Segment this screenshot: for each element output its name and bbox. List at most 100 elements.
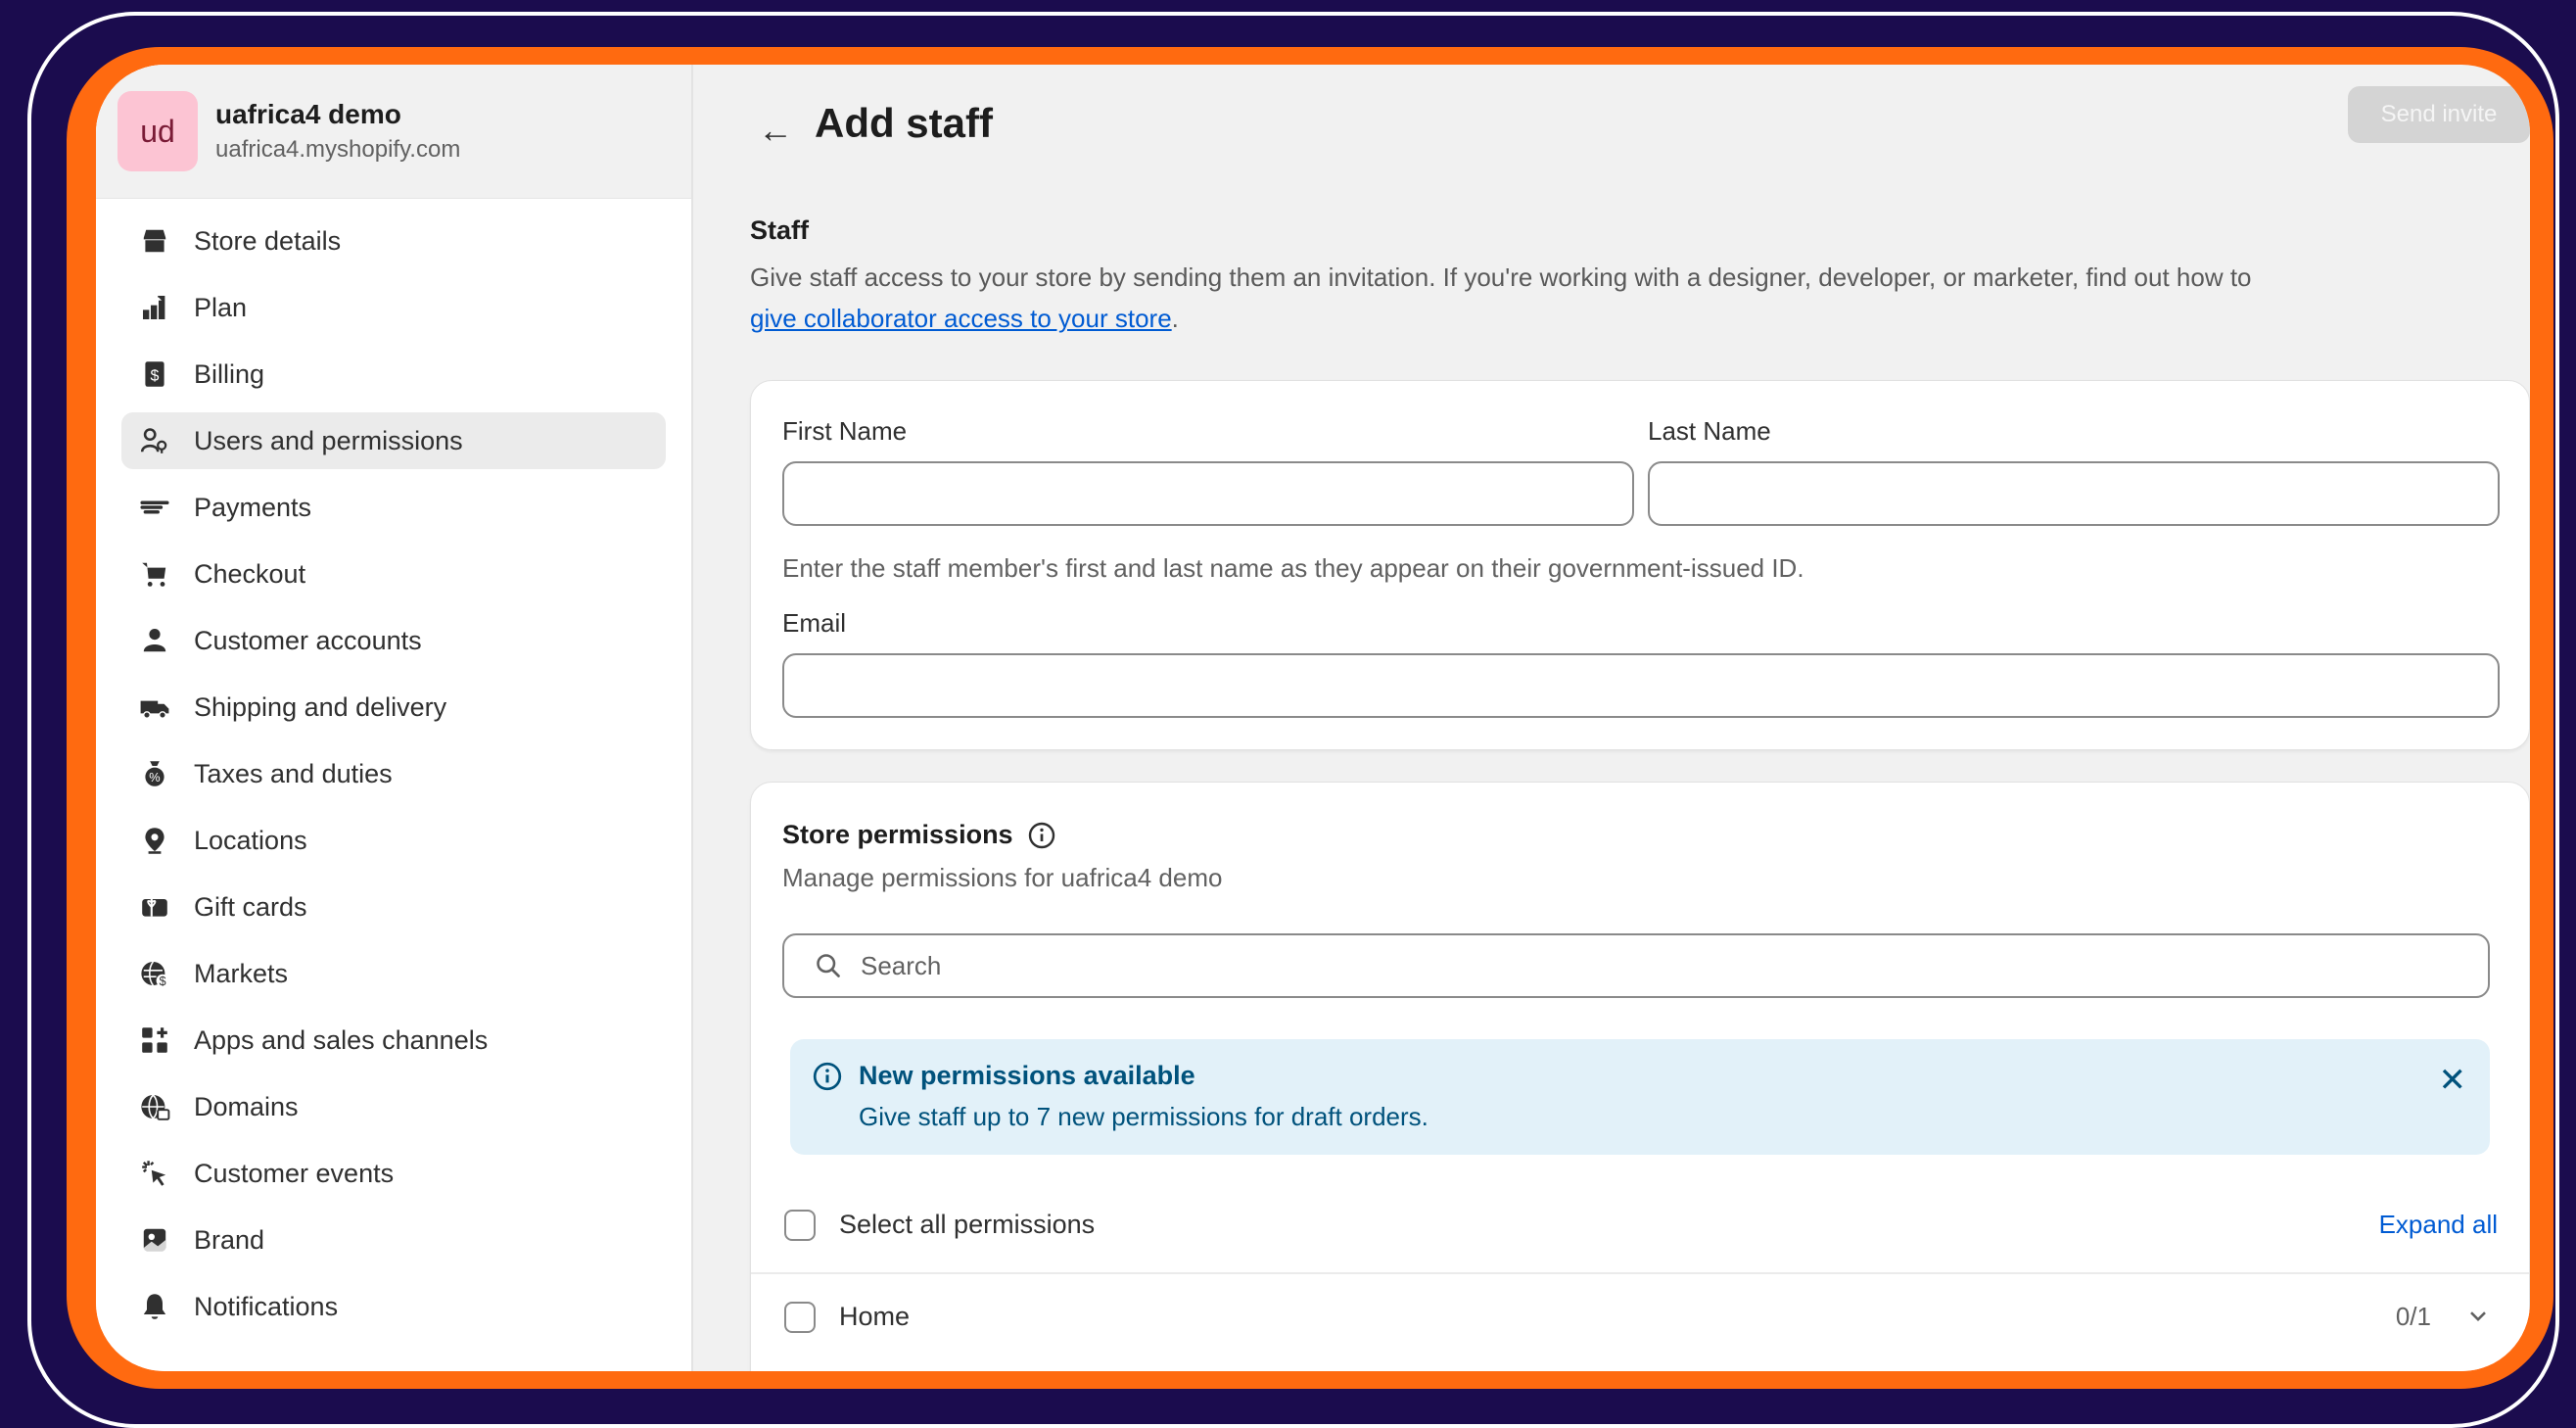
sidebar-item-label: Users and permissions — [194, 425, 463, 455]
sidebar-item-label: Locations — [194, 825, 307, 855]
info-icon[interactable] — [1027, 821, 1056, 850]
home-permission-label: Home — [839, 1302, 911, 1331]
billing-icon: $ — [135, 355, 174, 394]
store-avatar: ud — [117, 91, 198, 171]
send-invite-button[interactable]: Send invite — [2348, 86, 2530, 143]
globe-icon — [135, 1087, 174, 1126]
back-arrow-icon[interactable]: ← — [758, 110, 793, 151]
cursor-click-icon — [135, 1154, 174, 1193]
svg-text:$: $ — [159, 974, 165, 988]
name-help-text: Enter the staff member's first and last … — [782, 553, 1804, 583]
sidebar-item-notifications[interactable]: Notifications — [121, 1278, 666, 1335]
sidebar-item-payments[interactable]: Payments — [121, 479, 666, 536]
store-name: uafrica4 demo — [215, 99, 401, 129]
first-name-label: First Name — [782, 416, 908, 446]
store-switcher[interactable]: ud uafrica4 demo uafrica4.myshopify.com — [96, 65, 691, 199]
settings-sidebar: ud uafrica4 demo uafrica4.myshopify.com … — [96, 65, 693, 1371]
tax-icon: % — [135, 754, 174, 793]
search-placeholder: Search — [861, 950, 942, 980]
divider — [751, 1272, 2529, 1274]
staff-description-text: Give staff access to your store by sendi… — [750, 262, 2252, 292]
location-pin-icon — [135, 821, 174, 860]
sidebar-item-gift-cards[interactable]: Gift cards — [121, 879, 666, 935]
sidebar-item-markets[interactable]: $ Markets — [121, 945, 666, 1002]
email-field[interactable] — [782, 653, 2500, 718]
banner-text: Give staff up to 7 new permissions for d… — [859, 1102, 1429, 1131]
sidebar-item-store-details[interactable]: Store details — [121, 213, 666, 269]
sidebar-item-label: Store details — [194, 225, 342, 256]
sidebar-item-taxes[interactable]: % Taxes and duties — [121, 745, 666, 802]
sidebar-item-billing[interactable]: $ Billing — [121, 346, 666, 403]
sidebar-item-label: Gift cards — [194, 891, 307, 922]
sidebar-item-shipping[interactable]: Shipping and delivery — [121, 679, 666, 736]
svg-text:$: $ — [151, 367, 160, 384]
sidebar-item-label: Notifications — [194, 1291, 339, 1321]
sidebar-item-brand[interactable]: Brand — [121, 1212, 666, 1268]
info-circle-icon — [812, 1061, 843, 1092]
first-name-field[interactable] — [782, 461, 1634, 526]
sidebar-item-customer-events[interactable]: Customer events — [121, 1145, 666, 1202]
home-permission-count: 0/1 — [2395, 1302, 2431, 1331]
sidebar-item-plan[interactable]: Plan — [121, 279, 666, 336]
sidebar-item-locations[interactable]: Locations — [121, 812, 666, 869]
last-name-label: Last Name — [1648, 416, 1771, 446]
sidebar-item-customer-accounts[interactable]: Customer accounts — [121, 612, 666, 669]
store-permissions-header: Store permissions — [782, 820, 1056, 850]
sidebar-item-label: Shipping and delivery — [194, 691, 447, 722]
brand-icon — [135, 1220, 174, 1260]
home-permission-checkbox[interactable] — [784, 1302, 816, 1333]
payments-icon — [135, 488, 174, 527]
sidebar-item-label: Customer accounts — [194, 625, 422, 655]
svg-text:%: % — [149, 770, 160, 785]
email-label: Email — [782, 608, 847, 638]
sidebar-item-users-and-permissions[interactable]: Users and permissions — [121, 412, 666, 469]
last-name-field[interactable] — [1648, 461, 2500, 526]
banner-title: New permissions available — [859, 1061, 1195, 1090]
permissions-search-input[interactable]: Search — [782, 933, 2490, 998]
store-permissions-title: Store permissions — [782, 820, 1013, 849]
collaborator-access-link[interactable]: give collaborator access to your store — [750, 304, 1172, 333]
cart-icon — [135, 554, 174, 594]
store-info: uafrica4 demo uafrica4.myshopify.com — [215, 99, 460, 164]
users-icon — [135, 421, 174, 460]
search-icon — [814, 951, 843, 980]
page-title: Add staff — [815, 100, 993, 146]
plan-icon — [135, 288, 174, 327]
store-domain: uafrica4.myshopify.com — [215, 136, 461, 163]
app-window: ud uafrica4 demo uafrica4.myshopify.com … — [96, 65, 2530, 1371]
staff-section-title: Staff — [750, 215, 809, 245]
sidebar-item-label: Domains — [194, 1091, 299, 1121]
apps-icon — [135, 1021, 174, 1060]
select-all-label: Select all permissions — [839, 1210, 1096, 1239]
page-header: ← Add staff Send invite — [693, 65, 2530, 172]
bell-icon — [135, 1287, 174, 1326]
expand-all-link[interactable]: Expand all — [2379, 1210, 2498, 1240]
sidebar-item-label: Customer events — [194, 1158, 395, 1188]
store-icon — [135, 221, 174, 261]
sidebar-item-checkout[interactable]: Checkout — [121, 546, 666, 602]
select-all-checkbox[interactable] — [784, 1210, 816, 1241]
device-frame: ud uafrica4 demo uafrica4.myshopify.com … — [67, 47, 2553, 1389]
new-permissions-banner: New permissions available Give staff up … — [790, 1039, 2490, 1155]
sidebar-item-label: Brand — [194, 1224, 265, 1255]
sidebar-item-label: Billing — [194, 358, 265, 389]
person-icon — [135, 621, 174, 660]
close-icon[interactable]: ✕ — [2439, 1061, 2467, 1100]
sidebar-item-label: Taxes and duties — [194, 758, 393, 788]
sidebar-item-label: Payments — [194, 492, 312, 522]
main-content: ← Add staff Send invite Staff Give staff… — [693, 65, 2530, 1371]
sidebar-item-apps[interactable]: Apps and sales channels — [121, 1012, 666, 1069]
globe-currency-icon: $ — [135, 954, 174, 993]
description-period: . — [1171, 304, 1179, 333]
store-permissions-card: Store permissions Manage permissions for… — [750, 782, 2530, 1371]
gift-card-icon — [135, 887, 174, 927]
sidebar-item-label: Checkout — [194, 558, 306, 589]
sidebar-item-label: Markets — [194, 958, 289, 988]
staff-details-card: First Name Last Name Enter the staff mem… — [750, 380, 2530, 750]
sidebar-item-label: Plan — [194, 292, 248, 322]
store-permissions-description: Manage permissions for uafrica4 demo — [782, 863, 1223, 892]
chevron-down-icon[interactable] — [2464, 1302, 2492, 1329]
sidebar-item-domains[interactable]: Domains — [121, 1078, 666, 1135]
settings-nav: Store details Plan $ Billing Users and p… — [96, 199, 691, 1335]
sidebar-item-label: Apps and sales channels — [194, 1024, 489, 1055]
